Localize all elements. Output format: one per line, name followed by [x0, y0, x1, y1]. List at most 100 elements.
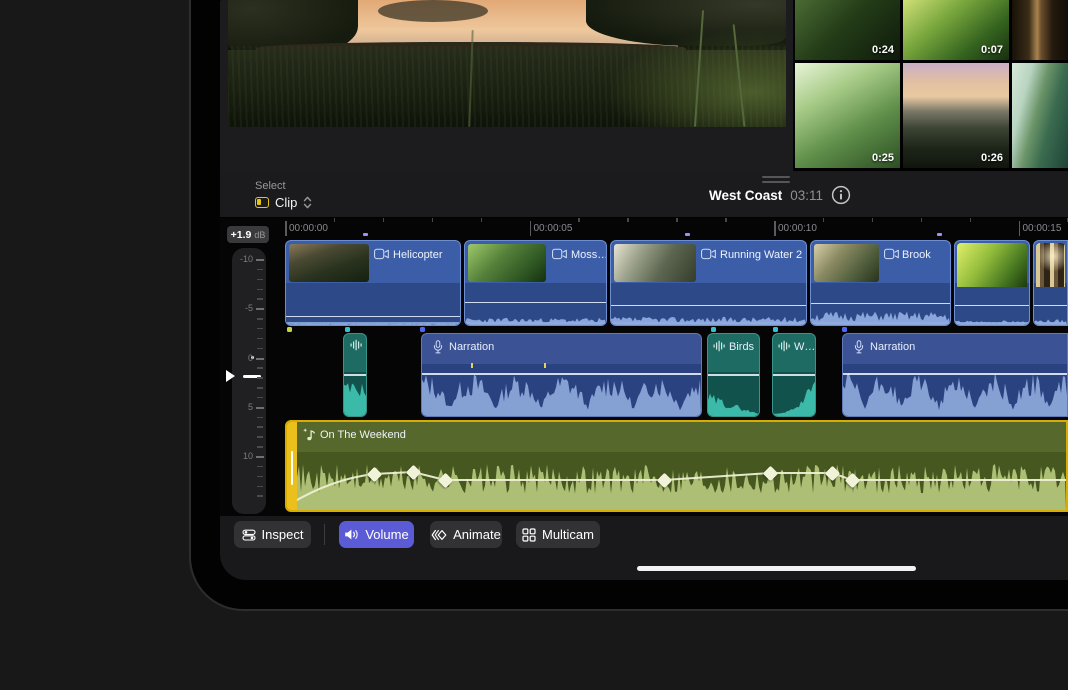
panel-drag-handle[interactable]	[762, 176, 790, 178]
project-duration: 03:11	[790, 188, 823, 203]
clip-thumbnail	[814, 244, 879, 282]
clip-thumbnail	[614, 244, 696, 282]
ruler-time-label: 00:00:15	[1023, 223, 1062, 234]
timeline-video-clip-birch[interactable]	[1033, 240, 1068, 326]
speaker-icon	[344, 528, 359, 541]
timeline-audio-clip-narration-2[interactable]: Narration	[842, 333, 1068, 417]
browser-clip[interactable]: 0:07	[903, 0, 1009, 60]
fader-minor-tick	[257, 417, 263, 419]
project-info-button[interactable]	[831, 185, 851, 205]
ruler-major-tick	[1019, 221, 1021, 236]
fader-minor-tick	[257, 476, 263, 478]
audio-waveform	[344, 374, 366, 416]
fader-major-tick	[256, 259, 264, 261]
volume-fader-track[interactable]: -10-50510	[232, 248, 266, 514]
waveform-icon	[713, 340, 725, 352]
animate-keyframe-icon	[431, 528, 447, 542]
bottom-toolbar: Inspect Volume Animate Multicam	[220, 516, 1068, 580]
fader-minor-tick	[257, 269, 263, 271]
audio-waveform	[843, 370, 1067, 416]
ruler-minor-tick	[432, 218, 434, 222]
clip-marker-dot	[345, 327, 350, 332]
fader-scale-label: 0	[232, 353, 253, 363]
browser-clip[interactable]	[1012, 0, 1068, 60]
fader-minor-tick	[257, 318, 263, 320]
ruler-minor-tick	[578, 218, 580, 222]
timeline-video-clip-brook[interactable]: Brook	[810, 240, 951, 326]
multicam-label: Multicam	[542, 527, 594, 542]
project-title: West Coast	[709, 188, 782, 203]
browser-clip[interactable]: 0:26	[903, 63, 1009, 168]
browser-clip[interactable]: 0:24	[795, 0, 900, 60]
timeline-audio-clip-birds[interactable]: Birds	[707, 333, 760, 417]
clip-duration: 0:07	[981, 44, 1003, 56]
timeline-audio-clip-w[interactable]: W…	[772, 333, 816, 417]
timeline-video-clip-helicopter[interactable]: Helicopter	[285, 240, 461, 326]
fader-minor-tick	[257, 338, 263, 340]
clip-duration: 0:24	[872, 44, 894, 56]
browser-clip[interactable]	[1012, 63, 1068, 168]
fader-scale-label: -5	[232, 303, 253, 313]
project-title-row: West Coast 03:11	[709, 185, 851, 205]
ruler-minor-tick	[872, 218, 874, 222]
fader-scale-label: -10	[232, 254, 253, 264]
waveform-reference-line	[286, 316, 460, 318]
fader-pointer-icon	[226, 370, 235, 382]
multicam-button[interactable]: Multicam	[516, 521, 600, 548]
ruler-major-tick	[530, 221, 532, 236]
ruler-time-label: 00:00:10	[778, 223, 817, 234]
trim-handle-left[interactable]	[287, 422, 297, 510]
home-indicator[interactable]	[637, 566, 916, 571]
clip-bottom-edge	[466, 322, 605, 324]
timeline-music-clip[interactable]: On The Weekend	[285, 420, 1068, 512]
animate-button[interactable]: Animate	[430, 521, 502, 548]
panel-drag-handle[interactable]	[762, 181, 790, 183]
app-screen: 00:00:17:15 35 % 0:24 0:07 0:25 0:26	[220, 0, 1068, 580]
ruler-minor-tick	[627, 218, 629, 222]
volume-fader-value[interactable]: +1.9 dB	[227, 226, 269, 243]
waveform-reference-line	[1034, 305, 1067, 307]
page: { "viewer": { "timecode_parts": ["00", "…	[0, 0, 1068, 690]
clip-bottom-edge	[812, 322, 949, 324]
waveform-reference-line	[955, 305, 1029, 307]
music-note-icon	[302, 428, 317, 441]
audio-waveform	[773, 372, 815, 416]
ruler-major-tick	[774, 221, 776, 236]
select-label: Select	[255, 180, 286, 192]
camera-icon	[552, 248, 567, 260]
camera-icon	[701, 248, 716, 260]
select-mode-value: Clip	[275, 195, 297, 210]
clip-name: Moss…	[571, 249, 607, 261]
timeline-audio-clip-sfx[interactable]	[343, 333, 367, 417]
transport-bar: 00:00:17:15 35 %	[220, 127, 793, 171]
ruler-minor-tick	[334, 218, 336, 222]
fader-minor-tick	[257, 377, 263, 379]
media-browser: 0:24 0:07 0:25 0:26	[795, 0, 1068, 171]
fader-db-value: +1.9	[231, 229, 252, 241]
fader-minor-tick	[257, 486, 263, 488]
timeline-audio-clip-narration-1[interactable]: Narration	[421, 333, 702, 417]
clip-name: On The Weekend	[320, 429, 406, 441]
fader-minor-tick	[257, 446, 263, 448]
volume-button[interactable]: Volume	[339, 521, 414, 548]
chevron-up-down-icon	[303, 196, 312, 209]
ruler-minor-tick	[676, 218, 678, 222]
clip-name: Helicopter	[393, 249, 443, 261]
fader-minor-tick	[257, 367, 263, 369]
ruler-minor-tick	[921, 218, 923, 222]
browser-clip[interactable]: 0:25	[795, 63, 900, 168]
timeline-video-clip-running-water[interactable]: Running Water 2	[610, 240, 807, 326]
timeline-video-clip-fern[interactable]	[954, 240, 1030, 326]
timeline-video-clip-moss[interactable]: Moss…	[464, 240, 607, 326]
volume-label: Volume	[365, 527, 408, 542]
clip-name: Running Water 2	[720, 249, 802, 261]
select-mode-dropdown[interactable]: Clip	[255, 195, 312, 210]
inspect-button[interactable]: Inspect	[234, 521, 311, 548]
viewer-panel: 00:00:17:15 35 %	[220, 0, 793, 171]
fader-minor-tick	[257, 387, 263, 389]
clip-name: Birds	[729, 341, 754, 353]
clip-role-icon	[255, 197, 269, 208]
microphone-icon	[432, 340, 444, 354]
video-preview[interactable]	[228, 0, 786, 127]
clip-bottom-edge	[287, 322, 459, 324]
